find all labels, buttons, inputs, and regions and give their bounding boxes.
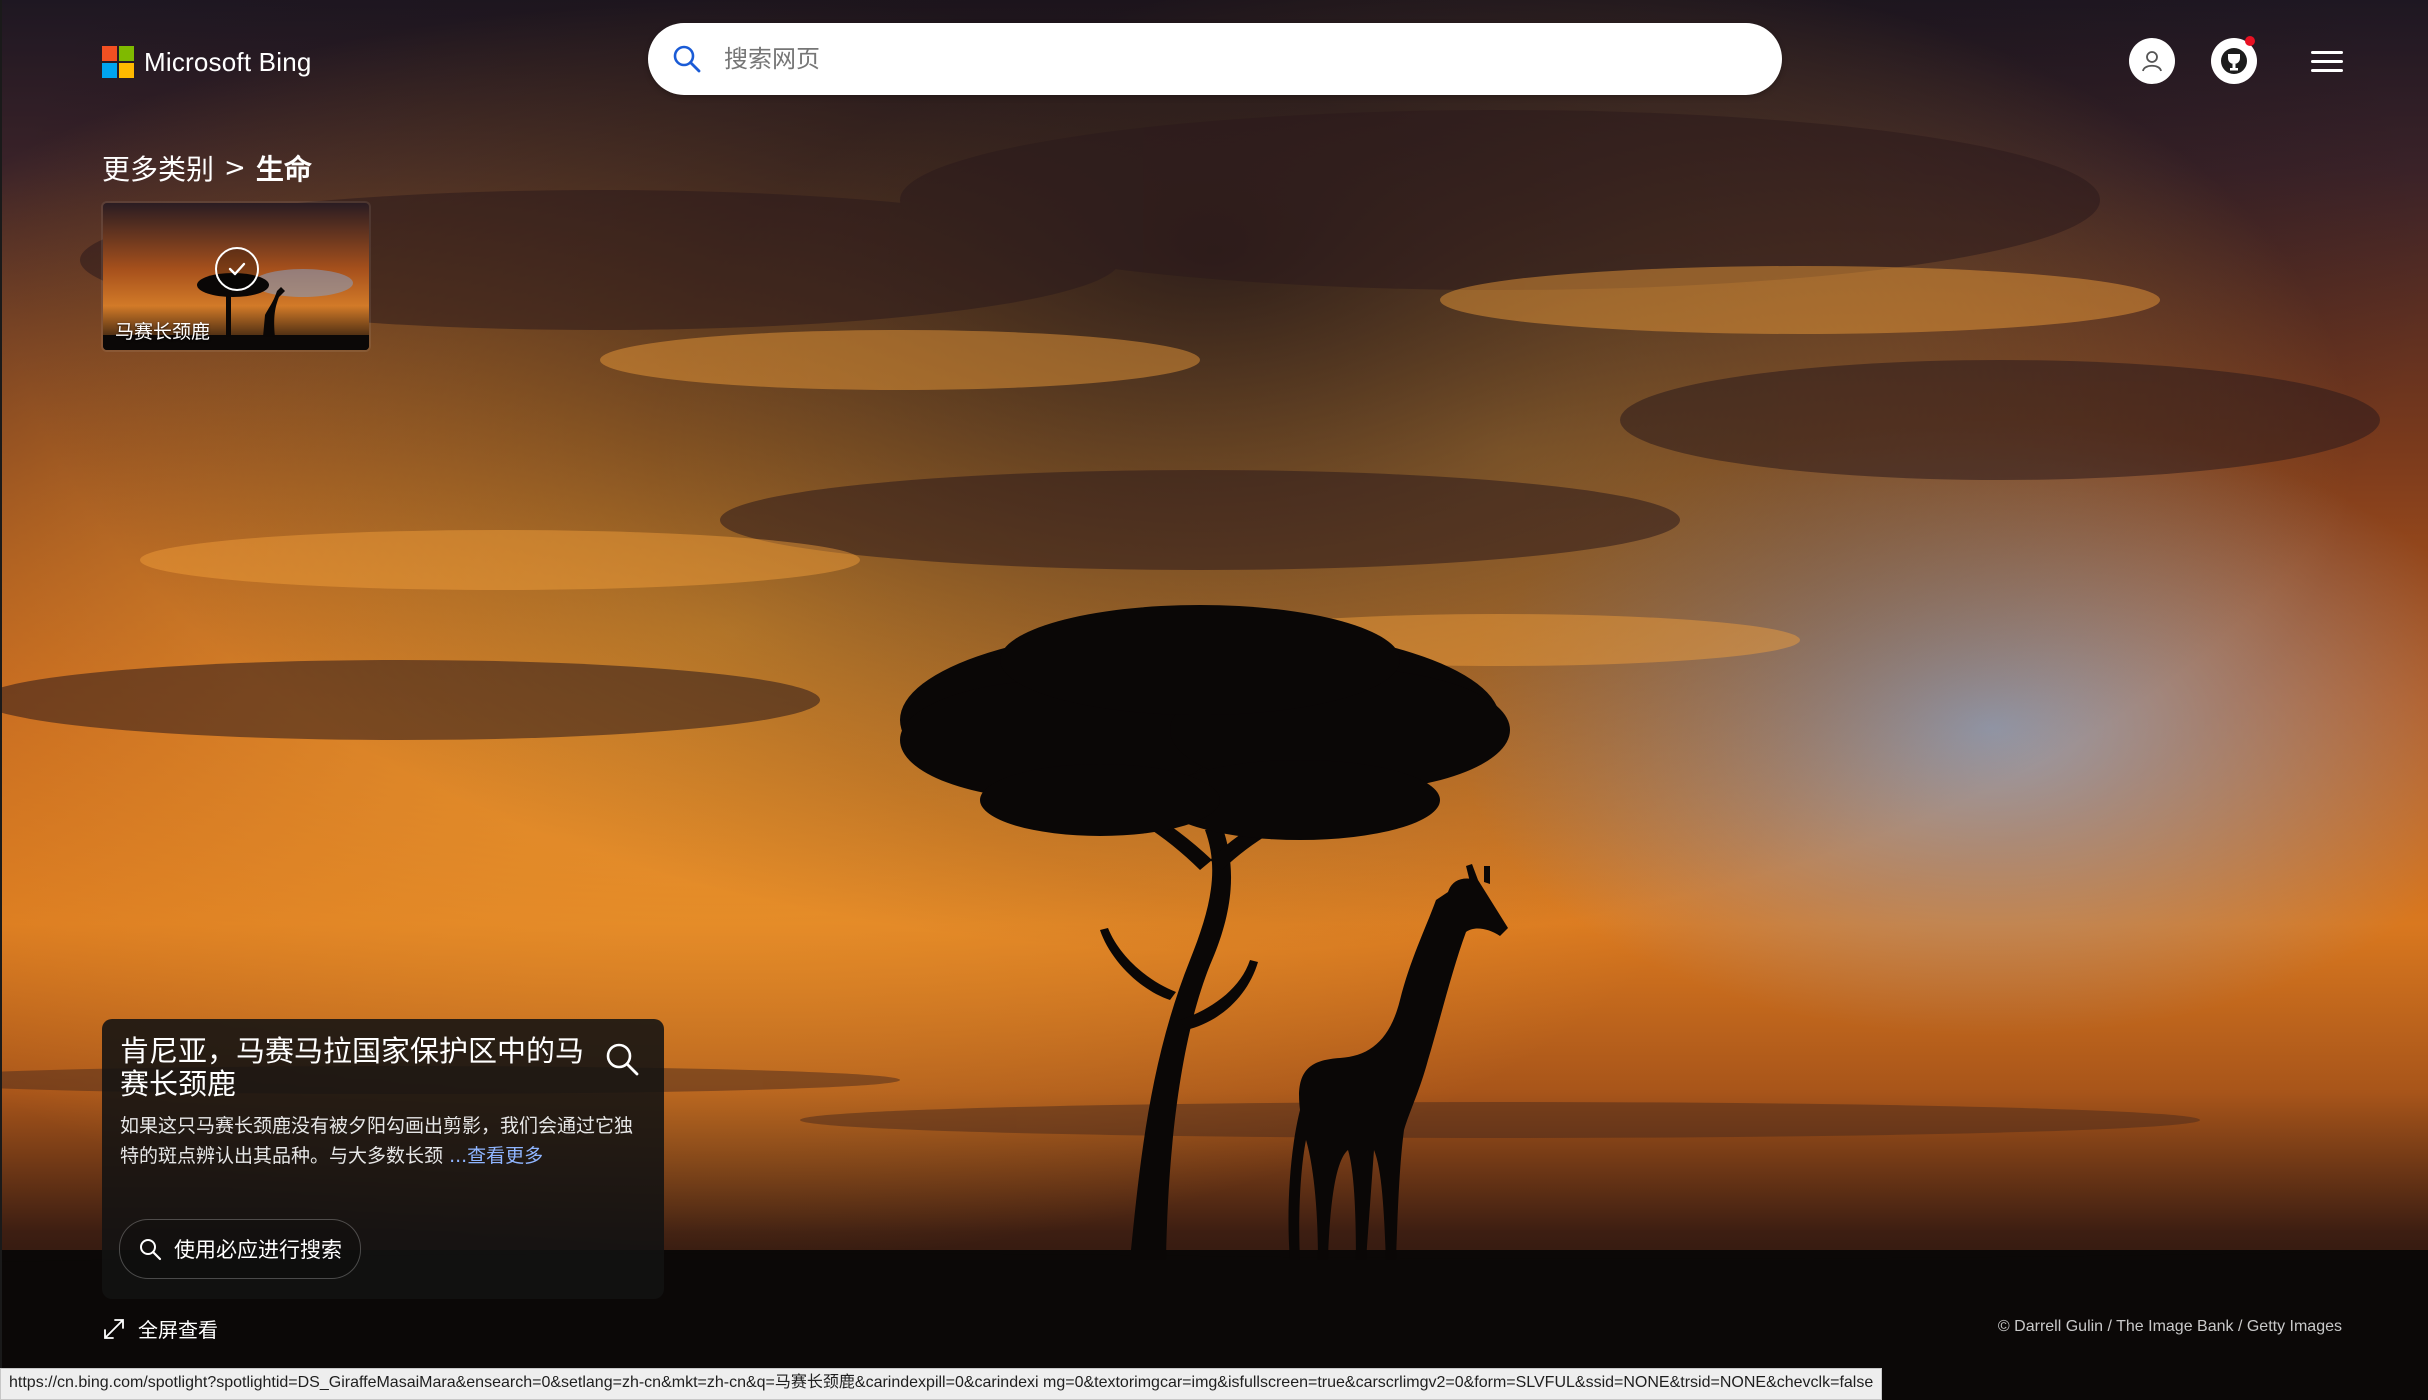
menu-line <box>2311 59 2343 63</box>
profile-button[interactable] <box>2129 38 2175 84</box>
read-more-link[interactable]: ...查看更多 <box>449 1145 543 1167</box>
logo-square-red <box>102 46 117 61</box>
notification-dot <box>2245 36 2255 46</box>
image-title[interactable]: 肯尼亚，马赛马拉国家保护区中的马赛长颈鹿 <box>120 1035 590 1101</box>
search-icon <box>140 1239 162 1261</box>
logo-square-yellow <box>119 63 134 78</box>
search-with-bing-label: 使用必应进行搜索 <box>174 1238 342 1262</box>
rewards-button[interactable] <box>2211 36 2257 84</box>
search-box[interactable] <box>648 23 1782 95</box>
bing-logo[interactable]: Microsoft Bing <box>102 44 312 80</box>
fullscreen-label: 全屏查看 <box>138 1318 218 1342</box>
description-text: 如果这只马赛长颈鹿没有被夕阳勾画出剪影，我们会通过它独特的斑点辨认出其品种。与大… <box>120 1115 634 1167</box>
hamburger-menu-icon[interactable] <box>2311 44 2343 78</box>
image-info-card: 肯尼亚，马赛马拉国家保护区中的马赛长颈鹿 如果这只马赛长颈鹿没有被夕阳勾画出剪影… <box>102 1019 664 1299</box>
menu-line <box>2311 50 2343 54</box>
menu-line <box>2311 68 2343 72</box>
breadcrumb-separator: > <box>224 153 246 183</box>
bing-wallpaper-page: Microsoft Bing 更多类别 > <box>0 0 2428 1400</box>
fullscreen-button[interactable]: 全屏查看 <box>102 1314 218 1343</box>
microsoft-logo-icon <box>102 46 134 78</box>
breadcrumb-current: 生命 <box>255 153 312 186</box>
thumbnail-label: 马赛长颈鹿 <box>115 321 211 343</box>
logo-square-green <box>119 46 134 61</box>
search-input[interactable] <box>722 28 1626 90</box>
image-copyright: © Darrell Gulin / The Image Bank / Getty… <box>1997 1318 2342 1335</box>
selected-checkmark-icon <box>215 247 259 291</box>
brand-name: Microsoft Bing <box>144 46 312 77</box>
trophy-icon <box>2221 48 2247 74</box>
user-icon <box>2142 51 2162 72</box>
search-with-bing-button[interactable]: 使用必应进行搜索 <box>119 1219 361 1279</box>
breadcrumb: 更多类别 > 生命 <box>102 148 312 188</box>
search-icon[interactable] <box>602 1039 642 1079</box>
image-description: 如果这只马赛长颈鹿没有被夕阳勾画出剪影，我们会通过它独特的斑点辨认出其品种。与大… <box>120 1111 650 1171</box>
logo-square-blue <box>102 63 117 78</box>
breadcrumb-parent-link[interactable]: 更多类别 <box>102 148 214 188</box>
window-edge <box>0 0 2 1400</box>
search-icon[interactable] <box>670 42 704 76</box>
link-status-bar: https://cn.bing.com/spotlight?spotlighti… <box>0 1368 1883 1400</box>
wallpaper-thumbnail[interactable]: 马赛长颈鹿 <box>103 203 369 350</box>
expand-icon <box>104 1318 124 1339</box>
